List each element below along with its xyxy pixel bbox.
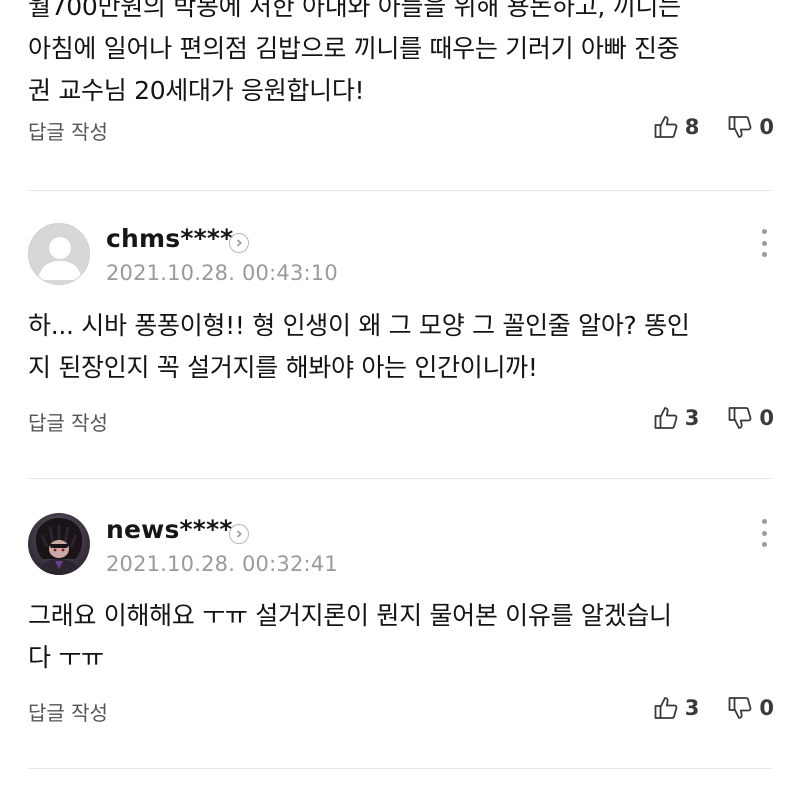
comment-text-line: 권 교수님 20세대가 응원합니다! xyxy=(28,76,365,105)
like-count: 3 xyxy=(684,696,700,720)
comment-text-line: 월700만원의 박봉에 처한 아내와 아들을 위해 용돈하고, 끼니는 xyxy=(28,0,681,21)
like-button[interactable]: 3 xyxy=(653,695,700,721)
comment-text-line: 하... 시바 퐁퐁이형!! 형 인생이 왜 그 모양 그 꼴인줄 알아? 똥인 xyxy=(28,311,690,340)
comment-text: 월700만원의 박봉에 처한 아내와 아들을 위해 용돈하고, 끼니는 아침에 … xyxy=(28,0,778,112)
like-button[interactable]: 3 xyxy=(653,405,700,431)
reply-button[interactable]: 답글 작성 xyxy=(28,116,108,145)
thumbs-up-icon xyxy=(654,407,678,429)
dislike-button[interactable]: 0 xyxy=(727,405,774,431)
reaction-bar: 3 0 xyxy=(653,405,774,431)
timestamp: 2021.10.28. 00:32:41 xyxy=(106,552,338,576)
comment-divider xyxy=(28,768,772,769)
comment-text-line: 지 된장인지 꼭 설거지를 해봐야 아는 인간이니까! xyxy=(28,353,538,382)
comment-text-line: 그래요 이해해요 ㅜㅠ 설거지론이 뭔지 물어본 이유를 알겠습니 xyxy=(28,601,672,630)
comment-text-line: 아침에 일어나 편의점 김밥으로 끼니를 때우는 기러기 아빠 진중 xyxy=(28,34,680,63)
chevron-right-icon[interactable] xyxy=(229,524,249,544)
chevron-right-icon[interactable] xyxy=(229,233,249,253)
reply-button[interactable]: 답글 작성 xyxy=(28,697,108,726)
timestamp: 2021.10.28. 00:43:10 xyxy=(106,261,338,285)
dislike-count: 0 xyxy=(759,406,774,430)
comment-text-line: 다 ㅜㅠ xyxy=(28,643,104,672)
thumbs-up-icon xyxy=(654,116,678,138)
avatar[interactable] xyxy=(28,513,90,575)
more-vertical-icon[interactable] xyxy=(752,515,776,551)
avatar[interactable] xyxy=(28,223,90,285)
reaction-bar: 8 0 xyxy=(653,114,774,140)
comment-text: 하... 시바 퐁퐁이형!! 형 인생이 왜 그 모양 그 꼴인줄 알아? 똥인… xyxy=(28,305,778,389)
thumbs-up-icon xyxy=(654,697,678,719)
like-button[interactable]: 8 xyxy=(653,114,700,140)
comment-text: 그래요 이해해요 ㅜㅠ 설거지론이 뭔지 물어본 이유를 알겠습니 다 ㅜㅠ xyxy=(28,595,778,679)
username[interactable]: news**** xyxy=(106,515,233,544)
comment-item: 월700만원의 박봉에 처한 아내와 아들을 위해 용돈하고, 끼니는 아침에 … xyxy=(0,0,800,192)
reaction-bar: 3 0 xyxy=(653,695,774,721)
dislike-button[interactable]: 0 xyxy=(727,114,774,140)
like-count: 3 xyxy=(684,406,700,430)
thumbs-down-icon xyxy=(728,697,752,719)
comment-item: chms**** 2021.10.28. 00:43:10 하... 시바 퐁퐁… xyxy=(0,191,800,479)
like-count: 8 xyxy=(684,115,700,139)
comment-list: 월700만원의 박봉에 처한 아내와 아들을 위해 용돈하고, 끼니는 아침에 … xyxy=(0,0,800,800)
thumbs-down-icon xyxy=(728,116,752,138)
dislike-count: 0 xyxy=(759,115,774,139)
more-vertical-icon[interactable] xyxy=(752,225,776,261)
comment-item: news**** 2021.10.28. 00:32:41 그래요 이해해요 ㅜ… xyxy=(0,479,800,769)
dislike-count: 0 xyxy=(759,696,774,720)
thumbs-down-icon xyxy=(728,407,752,429)
username[interactable]: chms**** xyxy=(106,224,233,253)
profile-picture xyxy=(35,518,83,575)
dislike-button[interactable]: 0 xyxy=(727,695,774,721)
reply-button[interactable]: 답글 작성 xyxy=(28,407,108,436)
default-avatar-icon xyxy=(38,237,82,280)
